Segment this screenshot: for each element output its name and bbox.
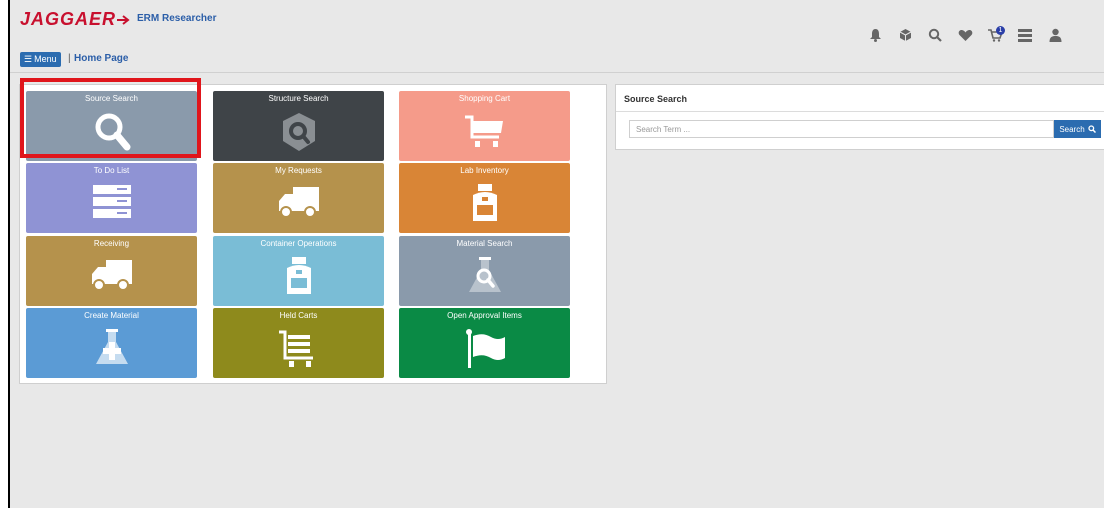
tile-label: Structure Search [268,94,329,103]
search-term-input[interactable] [629,120,1054,138]
logo-arrow-icon [117,15,130,25]
tiles-panel: Source Search Structure Search Shopping … [19,84,607,384]
list-icon[interactable] [1010,26,1040,44]
tile-label: My Requests [275,166,322,175]
search-button-label: Search [1059,124,1085,134]
tile-source-search[interactable]: Source Search [26,91,197,161]
source-search-panel: Source Search Search [615,84,1104,150]
tile-structure-search[interactable]: Structure Search [213,91,384,161]
search-button[interactable]: Search [1054,120,1101,138]
search-icon [1088,125,1096,133]
tile-label: Create Material [84,311,139,320]
tile-label: Open Approval Items [447,311,522,320]
app-frame: JAGGAER ERM Researcher 1 ☰ Menu | Home P… [8,0,1104,508]
bottle-icon [472,184,497,221]
truck-icon [91,260,132,291]
tile-open-approval-items[interactable]: Open Approval Items [399,308,570,378]
tile-label: Shopping Cart [458,94,511,103]
tile-to-do-list[interactable]: To Do List [26,163,197,233]
hamburger-icon: ☰ [24,54,33,64]
tile-lab-inventory[interactable]: Lab Inventory [399,163,570,233]
cart-list-icon [278,330,313,367]
cube-icon[interactable] [890,26,920,44]
tile-label: Material Search [456,239,513,248]
search-icon [95,113,130,151]
tile-shopping-cart[interactable]: Shopping Cart [399,91,570,161]
flag-icon [465,329,505,368]
cart-icon[interactable]: 1 [980,26,1010,44]
tile-receiving[interactable]: Receiving [26,236,197,306]
tile-label: Source Search [85,94,138,103]
tile-label: Lab Inventory [460,166,509,175]
breadcrumb[interactable]: Home Page [74,53,128,64]
flask-plus-icon [95,329,128,364]
logo-text: JAGGAER [20,9,117,29]
tile-my-requests[interactable]: My Requests [213,163,384,233]
tile-container-operations[interactable]: Container Operations [213,236,384,306]
cart-count-badge: 1 [996,26,1005,35]
tile-label: Held Carts [279,311,318,320]
menu-button[interactable]: ☰ Menu [20,52,61,67]
top-toolbar: 1 [860,26,1070,44]
user-icon[interactable] [1040,26,1070,44]
structure-icon [282,113,315,151]
tile-label: Receiving [93,239,130,248]
cart-icon [464,115,503,147]
tile-label: Container Operations [260,239,337,248]
truck-icon [278,187,319,218]
menu-button-label: Menu [34,54,57,64]
breadcrumb-separator: | [68,53,71,64]
flask-search-icon [468,257,501,292]
search-icon[interactable] [920,26,950,44]
tile-material-search[interactable]: Material Search [399,236,570,306]
header-divider [10,72,1104,73]
tile-held-carts[interactable]: Held Carts [213,308,384,378]
bottle-icon [286,257,311,294]
list-icon [92,185,131,218]
panel-divider [616,111,1104,112]
logo[interactable]: JAGGAER ERM Researcher [20,9,217,31]
tile-label: To Do List [93,166,130,175]
bell-icon[interactable] [860,26,890,44]
heart-icon[interactable] [950,26,980,44]
app-name: ERM Researcher [137,13,217,24]
panel-title: Source Search [624,94,688,104]
tile-create-material[interactable]: Create Material [26,308,197,378]
